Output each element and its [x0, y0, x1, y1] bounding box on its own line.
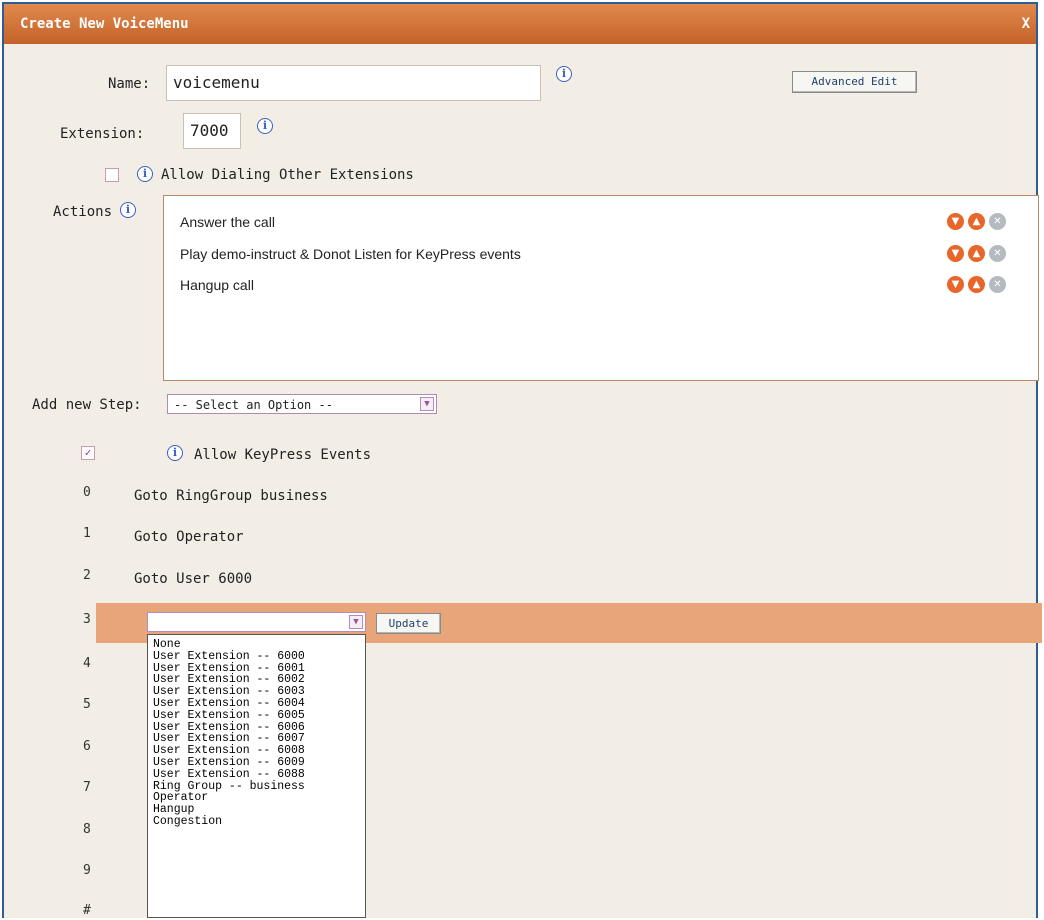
chevron-down-icon[interactable]: ▼ — [349, 615, 363, 629]
close-icon[interactable]: ✕ — [989, 245, 1006, 262]
update-button[interactable]: Update — [376, 613, 441, 634]
chevron-up-icon[interactable]: ▲ — [968, 245, 985, 262]
allow-dialing-checkbox[interactable] — [105, 168, 119, 182]
key-label: 2 — [83, 568, 91, 583]
info-icon[interactable]: i — [120, 202, 136, 218]
key-label: 7 — [83, 780, 91, 795]
chevron-up-icon[interactable]: ▲ — [968, 276, 985, 293]
keypress-action-select[interactable]: ▼ — [147, 612, 366, 632]
close-icon[interactable]: ✕ — [989, 276, 1006, 293]
key-label: 9 — [83, 863, 91, 878]
key-action[interactable]: Goto Operator — [134, 529, 244, 545]
key-label: 6 — [83, 739, 91, 754]
key-label: # — [83, 903, 91, 918]
add-step-selected: -- Select an Option -- — [174, 398, 333, 412]
actions-label: Actions — [53, 204, 113, 220]
info-icon[interactable]: i — [167, 445, 183, 461]
dropdown-option[interactable]: Congestion — [153, 816, 365, 828]
keypress-action-dropdown[interactable]: None User Extension -- 6000 User Extension… — [147, 634, 366, 918]
close-button[interactable]: X — [1022, 16, 1030, 32]
key-label: 4 — [83, 656, 91, 671]
extension-label: Extension: — [60, 126, 145, 142]
advanced-edit-button[interactable]: Advanced Edit — [792, 71, 917, 93]
key-label: 8 — [83, 822, 91, 837]
list-item: Play demo-instruct & Donot Listen for Ke… — [180, 246, 521, 262]
name-input[interactable]: voicemenu — [166, 65, 541, 101]
actions-list: Answer the call ▼ ▲ ✕ Play demo-instruct… — [163, 195, 1039, 381]
name-label: Name: — [108, 76, 151, 92]
key-label: 0 — [83, 485, 91, 500]
key-action[interactable]: Goto RingGroup business — [134, 488, 328, 504]
key-label: 3 — [83, 612, 91, 627]
dialog-titlebar: Create New VoiceMenu X — [4, 4, 1036, 44]
chevron-down-icon[interactable]: ▼ — [420, 397, 434, 411]
list-item: Hangup call — [180, 277, 254, 293]
dropdown-option[interactable]: User Extension -- 6000 — [153, 650, 365, 663]
key-label: 1 — [83, 526, 91, 541]
add-step-select[interactable]: -- Select an Option -- ▼ — [167, 394, 437, 414]
chevron-up-icon[interactable]: ▲ — [968, 213, 985, 230]
dropdown-option[interactable]: User Extension -- 6088 — [153, 768, 365, 781]
chevron-down-icon[interactable]: ▼ — [947, 276, 964, 293]
info-icon[interactable]: i — [137, 166, 153, 182]
extension-input[interactable]: 7000 — [183, 113, 241, 149]
key-action[interactable]: Goto User 6000 — [134, 571, 252, 587]
chevron-down-icon[interactable]: ▼ — [947, 213, 964, 230]
info-icon[interactable]: i — [257, 118, 273, 134]
list-item: Answer the call — [180, 214, 275, 230]
dropdown-option[interactable]: User Extension -- 6009 — [153, 757, 365, 769]
close-icon[interactable]: ✕ — [989, 213, 1006, 230]
key-label: 5 — [83, 697, 91, 712]
chevron-down-icon[interactable]: ▼ — [947, 245, 964, 262]
dropdown-option[interactable]: User Extension -- 6005 — [153, 709, 365, 722]
allow-dialing-label: Allow Dialing Other Extensions — [161, 167, 414, 183]
allow-keypress-checkbox[interactable]: ✓ — [81, 446, 95, 460]
dropdown-option[interactable]: User Extension -- 6004 — [153, 698, 365, 710]
add-step-label: Add new Step: — [32, 397, 142, 413]
dialog-title: Create New VoiceMenu — [20, 16, 189, 32]
allow-keypress-label: Allow KeyPress Events — [194, 447, 372, 463]
info-icon[interactable]: i — [556, 66, 572, 82]
